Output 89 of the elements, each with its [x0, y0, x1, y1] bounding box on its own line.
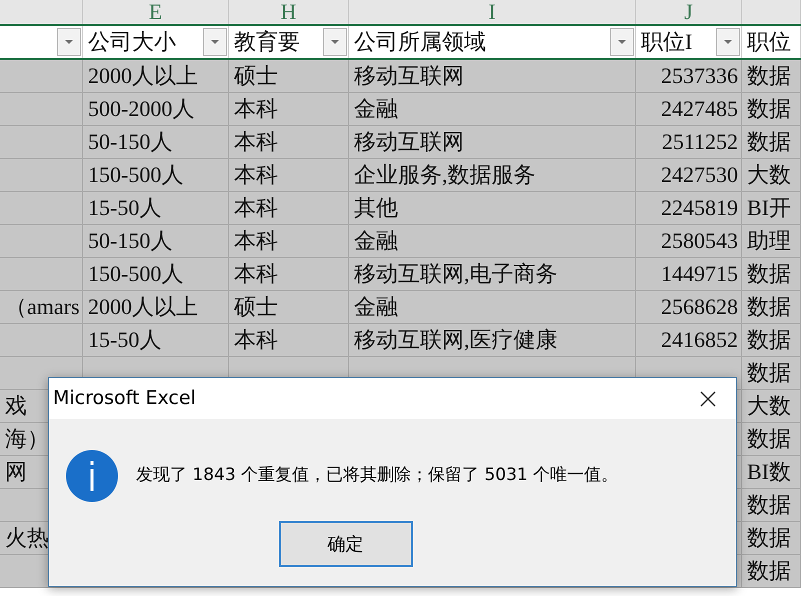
- column-letter[interactable]: H: [280, 1, 296, 23]
- table-cell: BI数: [747, 461, 791, 483]
- table-cell: 本科: [234, 131, 278, 153]
- table-cell: 数据: [747, 65, 791, 87]
- table-cell: 企业服务,数据服务: [354, 164, 536, 186]
- header-cell-text: 职位: [746, 31, 791, 53]
- caret-icon: [64, 39, 74, 45]
- table-cell: 500-2000人: [88, 98, 194, 120]
- table-row[interactable]: 2000人以上 硕士 移动互联网 2537336 数据: [0, 60, 801, 93]
- table-cell: 金融: [354, 230, 398, 252]
- table-cell: 其他: [354, 197, 398, 219]
- table-cell: 大数: [747, 395, 791, 417]
- table-cell: 大数: [747, 164, 791, 186]
- header-cell-text: 教育要: [233, 31, 300, 53]
- dialog-message: 发现了 1843 个重复值，已将其删除；保留了 5031 个唯一值。: [136, 464, 618, 488]
- table-cell: 本科: [234, 329, 278, 351]
- table-cell: 数据: [747, 362, 791, 384]
- filter-button[interactable]: [610, 28, 634, 56]
- column-letter[interactable]: J: [684, 1, 693, 23]
- caret-icon: [617, 39, 627, 45]
- table-row[interactable]: 15-50人 本科 其他 2245819 BI开: [0, 192, 801, 225]
- table-cell: 50-150人: [88, 230, 172, 252]
- table-cell: 数据: [747, 527, 791, 549]
- table-cell: 本科: [234, 230, 278, 252]
- table-cell: 移动互联网,医疗健康: [354, 329, 558, 351]
- filter-button[interactable]: [57, 28, 81, 56]
- table-cell: 数据: [747, 98, 791, 120]
- table-cell: 助理: [747, 230, 791, 252]
- table-row[interactable]: 150-500人 本科 企业服务,数据服务 2427530 大数: [0, 159, 801, 192]
- table-cell: 15-50人: [88, 197, 162, 219]
- table-row[interactable]: 150-500人 本科 移动互联网,电子商务 1449715 数据: [0, 258, 801, 291]
- header-cell-text: 职位I: [640, 31, 692, 53]
- table-row[interactable]: 15-50人 本科 移动互联网,医疗健康 2416852 数据: [0, 324, 801, 357]
- column-letter[interactable]: I: [488, 1, 496, 23]
- table-row[interactable]: 50-150人 本科 移动互联网 2511252 数据: [0, 126, 801, 159]
- table-cell: 数据: [747, 131, 791, 153]
- table-cell: 网: [5, 461, 27, 483]
- table-cell: 2568628: [661, 296, 738, 318]
- table-cell: 15-50人: [88, 329, 162, 351]
- column-letter[interactable]: E: [148, 1, 162, 23]
- header-cell-text: 公司大小: [87, 31, 176, 53]
- table-cell: 50-150人: [88, 131, 172, 153]
- table-cell: 移动互联网: [354, 65, 464, 87]
- table-cell: 2000人以上: [88, 65, 198, 87]
- table-cell: 150-500人: [88, 263, 184, 285]
- table-cell: 2427530: [661, 164, 738, 186]
- table-cell: 2416852: [661, 329, 738, 351]
- close-icon: [700, 390, 716, 406]
- table-cell: 移动互联网: [354, 131, 464, 153]
- table-cell: 2580543: [661, 230, 738, 252]
- info-icon: [66, 450, 118, 502]
- table-cell: 移动互联网,电子商务: [354, 263, 558, 285]
- filter-button[interactable]: [203, 28, 227, 56]
- table-row[interactable]: 50-150人 本科 金融 2580543 助理: [0, 225, 801, 258]
- table-cell: 金融: [354, 296, 398, 318]
- table-cell: 金融: [354, 98, 398, 120]
- table-cell: （amars: [5, 296, 80, 318]
- table-cell: 数据: [747, 329, 791, 351]
- table-cell: 数据: [747, 428, 791, 450]
- header-cell-text: 公司所属领域: [353, 31, 486, 53]
- table-cell: 150-500人: [88, 164, 184, 186]
- table-cell: 戏: [5, 395, 27, 417]
- table-cell: 本科: [234, 164, 278, 186]
- caret-icon: [330, 39, 340, 45]
- table-row[interactable]: 500-2000人 本科 金融 2427485 数据: [0, 93, 801, 126]
- table-cell: 数据: [747, 560, 791, 582]
- table-row[interactable]: （amars 2000人以上 硕士 金融 2568628 数据: [0, 291, 801, 324]
- table-cell: 数据: [747, 494, 791, 516]
- caret-icon: [723, 39, 733, 45]
- table-cell: 2511252: [662, 131, 738, 153]
- table-cell: 1449715: [661, 263, 738, 285]
- table-cell: 本科: [234, 197, 278, 219]
- table-cell: 数据: [747, 296, 791, 318]
- table-cell: 数据: [747, 263, 791, 285]
- table-cell: 2245819: [661, 197, 738, 219]
- table-cell: 2427485: [661, 98, 738, 120]
- table-cell: 海）: [5, 428, 49, 450]
- ok-button[interactable]: 确定: [278, 521, 412, 567]
- table-cell: 2537336: [661, 65, 738, 87]
- table-cell: 火热: [5, 527, 49, 549]
- filter-button[interactable]: [323, 28, 347, 56]
- table-cell: 硕士: [234, 65, 278, 87]
- table-cell: BI开: [747, 197, 791, 219]
- filter-button[interactable]: [716, 28, 740, 56]
- table-cell: 本科: [234, 98, 278, 120]
- table-cell: 硕士: [234, 296, 278, 318]
- table-cell: 2000人以上: [88, 296, 198, 318]
- table-cell: 本科: [234, 263, 278, 285]
- caret-icon: [210, 39, 220, 45]
